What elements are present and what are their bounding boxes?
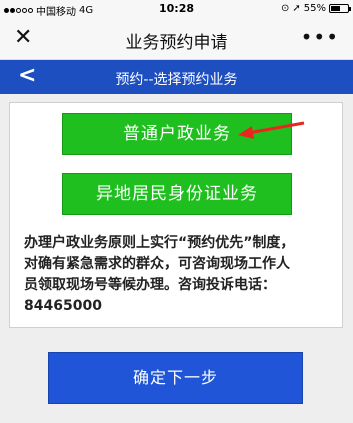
- status-bar: 中国移动 4G 10:28 ⊙ ➚ 55%: [0, 0, 353, 18]
- status-right: ⊙ ➚ 55%: [280, 3, 351, 14]
- pointer-arrow-icon: [238, 121, 305, 139]
- sub-header: < 预约--选择预约业务: [0, 60, 353, 94]
- battery-icon: [329, 4, 351, 13]
- notice-text: 办理户政业务原则上实行“预约优先”制度， 对确有紧急需求的群众，可咨询现场工作人…: [24, 233, 334, 317]
- sub-header-title: 预约--选择预约业务: [115, 72, 238, 88]
- notice-line: 员领取现场号等候办理。咨询投诉电话：: [24, 277, 276, 293]
- location-icon: ➚: [292, 3, 301, 14]
- notice-phone: 84465000: [24, 298, 102, 314]
- more-icon[interactable]: •••: [301, 26, 339, 48]
- wechat-nav-bar: ✕ 业务预约申请 •••: [0, 18, 353, 60]
- lock-rotation-icon: ⊙: [280, 3, 290, 14]
- notice-line: 对确有紧急需求的群众，可咨询现场工作人: [24, 256, 290, 272]
- business-options-card: 普通户政业务 异地居民身份证业务 办理户政业务原则上实行“预约优先”制度， 对确…: [9, 102, 343, 328]
- battery-percent: 55%: [303, 3, 326, 14]
- notice-line: 办理户政业务原则上实行“预约优先”制度，: [24, 235, 295, 251]
- nonlocal-id-card-button[interactable]: 异地居民身份证业务: [62, 173, 292, 215]
- next-step-button[interactable]: 确定下一步: [48, 352, 303, 404]
